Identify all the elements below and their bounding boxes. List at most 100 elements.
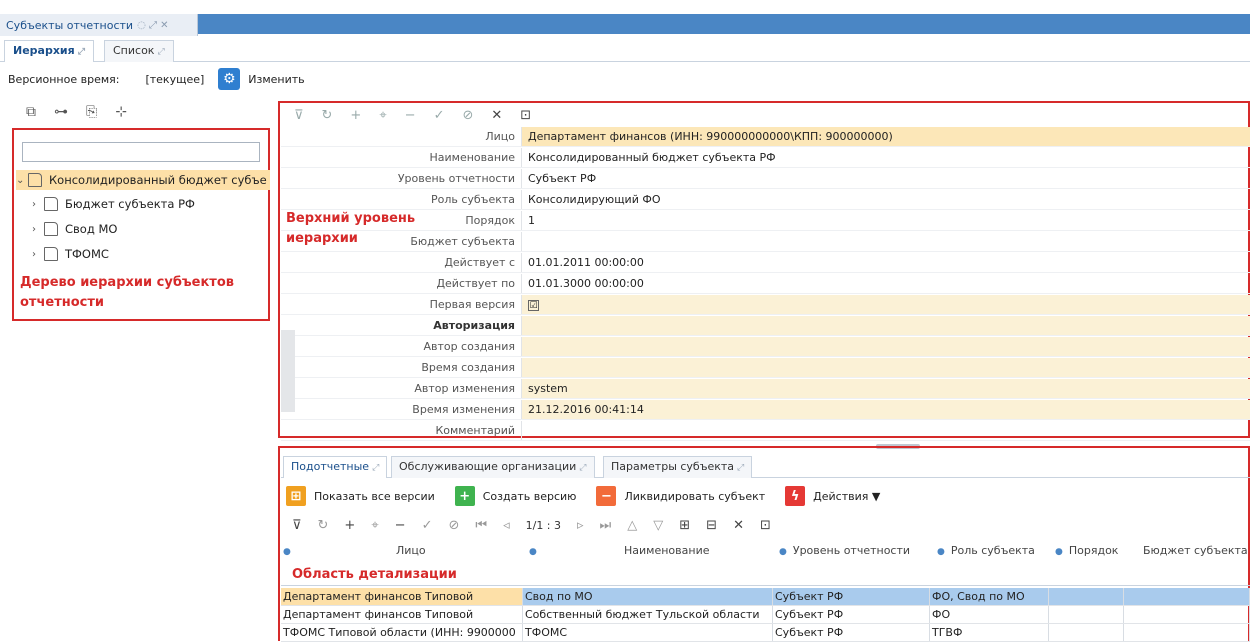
form-row: Наименование Консолидированный бюджет суб… [281, 148, 1250, 168]
create-version-button[interactable]: + Создать версию [454, 486, 577, 506]
column-header-label: Порядок [1068, 544, 1119, 557]
close-icon[interactable]: ◌ ⤢ ✕ [137, 20, 168, 31]
column-header[interactable]: Наименование [624, 544, 709, 557]
prev-page-icon[interactable]: ◃ [503, 518, 510, 533]
field-value[interactable] [521, 358, 1250, 377]
document-tab[interactable]: Субъекты отчетности ◌ ⤢ ✕ [0, 14, 198, 36]
last-page-icon[interactable]: ⏭ [600, 518, 612, 533]
tree-node[interactable]: › Бюджет субъекта РФ [32, 194, 268, 214]
check-icon[interactable]: ✓ [434, 108, 445, 123]
sort-down-icon[interactable]: ▽ [653, 518, 663, 533]
field-value[interactable]: system [521, 379, 1250, 398]
field-value[interactable] [521, 337, 1250, 356]
chevron-right-icon[interactable]: › [32, 224, 44, 235]
tab-hierarchy-label: Иерархия [13, 44, 75, 57]
table-row[interactable]: Департамент финансов Типовой Собственный… [281, 606, 1250, 624]
field-value[interactable]: Департамент финансов (ИНН: 990000000000\… [521, 127, 1250, 146]
actions-menu-button[interactable]: ϟ Действия ▼ [785, 486, 880, 506]
add-icon[interactable]: + [350, 108, 361, 123]
pin-icon[interactable]: ⌖ [371, 518, 378, 533]
chevron-right-icon[interactable]: › [32, 249, 44, 260]
tab-subject-params[interactable]: Параметры субъекта ⤢ [603, 456, 753, 478]
field-value[interactable] [521, 421, 1250, 440]
field-value[interactable]: Консолидирующий ФО [521, 190, 1250, 209]
tree-node-root[interactable]: ⌄ Консолидированный бюджет субъе [16, 170, 270, 190]
form-row: Роль субъекта Консолидирующий ФО [281, 190, 1250, 210]
remove-icon[interactable]: − [395, 518, 406, 533]
field-value[interactable]: 01.01.3000 00:00:00 [521, 274, 1250, 293]
column-header-label: Роль субъекта [950, 544, 1035, 557]
field-label: Автор изменения [414, 382, 515, 395]
tree-search-input[interactable] [22, 142, 260, 162]
hierarchy-icon[interactable]: ⊹ [115, 104, 127, 120]
tree-node[interactable]: › Свод МО [32, 219, 268, 239]
column-header[interactable]: ● Уровень отчетности [779, 544, 910, 557]
chevron-right-icon[interactable]: › [32, 199, 44, 210]
field-value[interactable]: 21.12.2016 00:41:14 [521, 400, 1250, 419]
tab-subordinates[interactable]: Подотчетные ⤢ [283, 456, 388, 478]
first-page-icon[interactable]: ⏮ [475, 518, 487, 533]
table-cell: ФО, Свод по МО [930, 588, 1049, 605]
close-icon[interactable]: ✕ [491, 108, 502, 123]
first-version-checkbox[interactable]: ☑ [528, 299, 539, 311]
add-icon[interactable]: + [344, 518, 355, 533]
tree-node-label: Консолидированный бюджет субъе [49, 173, 267, 187]
cancel-icon[interactable]: ⊘ [462, 108, 473, 123]
field-label: Уровень отчетности [397, 172, 515, 185]
document-icon [44, 222, 58, 236]
tab-hierarchy[interactable]: Иерархия ⤢ [4, 40, 94, 62]
table-row[interactable]: ТФОМС Типовой области (ИНН: 9900000 ТФОМ… [281, 624, 1250, 642]
field-value[interactable]: ☑ [521, 295, 1250, 314]
pin-icon[interactable]: ⌖ [379, 108, 386, 123]
sort-up-icon[interactable]: △ [627, 518, 637, 533]
column-header[interactable]: ● Роль субъекта [937, 544, 1035, 557]
filter-icon[interactable]: ⊽ [294, 108, 304, 123]
expand-icon: ⤢ [579, 463, 587, 473]
tab-list[interactable]: Список ⤢ [104, 40, 174, 62]
column-header[interactable]: Бюджет субъекта [1143, 544, 1248, 557]
grid-view-icon[interactable]: ⊞ [679, 518, 690, 533]
show-all-versions-button[interactable]: ⊞ Показать все версии [286, 486, 435, 506]
cancel-icon[interactable]: ⊘ [448, 518, 459, 533]
close-icon[interactable]: ✕ [733, 518, 744, 533]
save-icon[interactable]: ⊡ [760, 518, 771, 533]
paste-icon[interactable]: ⎘ [86, 104, 97, 120]
field-value[interactable]: Субъект РФ [521, 169, 1250, 188]
column-header[interactable]: Лицо [396, 544, 426, 557]
group-indent-bar [281, 330, 295, 412]
filter-icon[interactable]: ⊽ [292, 518, 302, 533]
field-label: Время создания [421, 361, 515, 374]
refresh-icon[interactable]: ↻ [318, 518, 329, 533]
field-value[interactable]: 1 [521, 211, 1250, 230]
field-value[interactable] [521, 316, 1250, 335]
refresh-icon[interactable]: ↻ [322, 108, 333, 123]
table-cell [1124, 624, 1250, 641]
table-row[interactable]: Департамент финансов Типовой Свод по МО … [281, 588, 1250, 606]
columns-icon[interactable]: ⊟ [706, 518, 717, 533]
next-page-icon[interactable]: ▹ [577, 518, 584, 533]
table-cell [1124, 588, 1250, 605]
detail-tabs: Подотчетные ⤢ Обслуживающие организации ⤢ … [281, 452, 1250, 478]
remove-icon[interactable]: − [405, 108, 416, 123]
tree-node[interactable]: › ТФОМС [32, 244, 268, 264]
change-version-button[interactable]: Изменить [248, 73, 304, 86]
column-header[interactable]: ● [283, 544, 297, 557]
liquidate-subject-button[interactable]: − Ликвидировать субъект [596, 486, 765, 506]
detail-annotation: Область детализации [292, 567, 457, 582]
field-value[interactable] [521, 232, 1250, 251]
field-value[interactable]: 01.01.2011 00:00:00 [521, 253, 1250, 272]
check-icon[interactable]: ✓ [422, 518, 433, 533]
gear-icon[interactable]: ⚙ [218, 68, 241, 90]
column-header[interactable]: ● [529, 544, 543, 557]
form-row: Автор изменения system [281, 379, 1250, 399]
field-value[interactable]: Консолидированный бюджет субъекта РФ [521, 148, 1250, 167]
save-icon[interactable]: ⊡ [520, 108, 531, 123]
copy-icon[interactable]: ⧉ [26, 104, 36, 120]
button-label: Показать все версии [314, 489, 435, 503]
tab-service-orgs[interactable]: Обслуживающие организации ⤢ [391, 456, 595, 478]
column-header[interactable]: ● Порядок [1055, 544, 1118, 557]
add-node-icon[interactable]: ⊶ [54, 104, 68, 120]
button-label: Создать версию [482, 489, 577, 503]
chevron-down-icon[interactable]: ⌄ [16, 175, 28, 186]
tab-label: Параметры субъекта [611, 460, 735, 473]
